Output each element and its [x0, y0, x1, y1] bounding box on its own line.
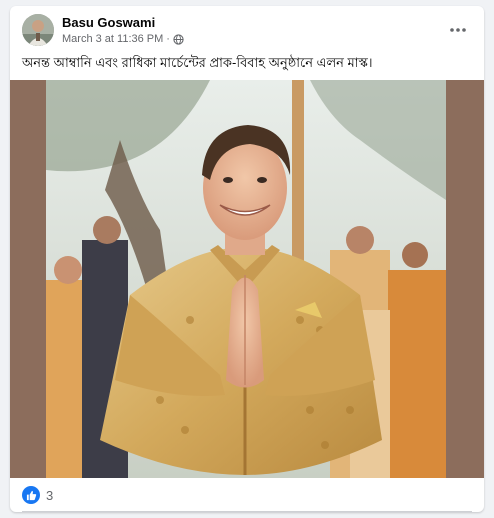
meta-separator: · [166, 33, 170, 45]
post-card: Basu Goswami March 3 at 11:36 PM · অনন্ত… [10, 6, 484, 512]
post-timestamp[interactable]: March 3 at 11:36 PM [62, 33, 163, 45]
footer-divider [22, 511, 472, 512]
post-meta: March 3 at 11:36 PM · [62, 33, 184, 45]
more-options-button[interactable] [444, 16, 472, 40]
globe-icon [173, 33, 184, 45]
post-photo[interactable] [10, 80, 484, 478]
like-icon [22, 486, 40, 504]
reaction-count[interactable]: 3 [46, 488, 53, 503]
author-name[interactable]: Basu Goswami [62, 15, 155, 30]
more-horizontal-icon [450, 19, 466, 37]
post-caption: অনন্ত আম্বানি এবং রাধিকা মার্চেন্টের প্র… [22, 55, 373, 70]
author-avatar[interactable] [22, 14, 54, 46]
post-header: Basu Goswami March 3 at 11:36 PM · [10, 6, 484, 50]
reactions-bar[interactable]: 3 [10, 478, 484, 512]
